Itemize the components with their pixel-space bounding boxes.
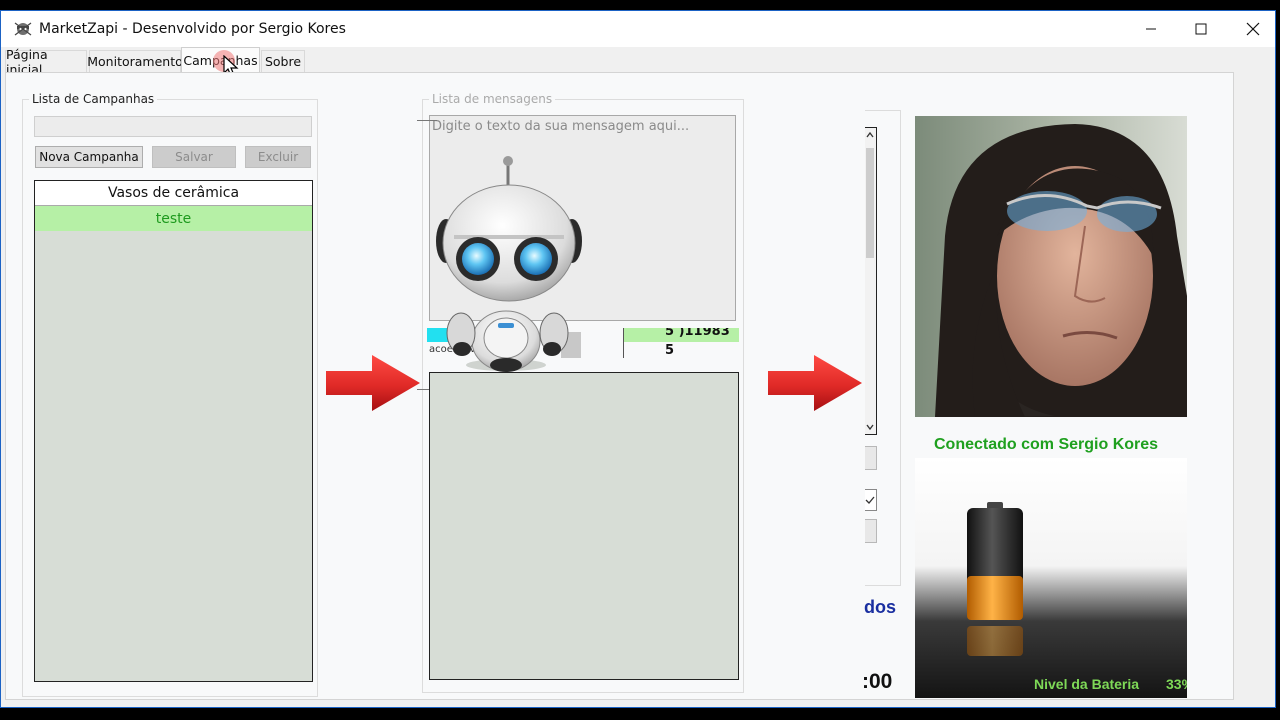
battery-level: 33% xyxy=(1166,676,1187,692)
message-placeholder: Digite o texto da sua mensagem aqui... xyxy=(432,119,690,134)
campaigns-group-label: Lista de Campanhas xyxy=(29,92,158,106)
robot-mascot-icon xyxy=(436,156,582,372)
tab-sobre[interactable]: Sobre xyxy=(261,50,305,72)
partial-scrollbar[interactable] xyxy=(865,127,877,435)
scroll-thumb[interactable] xyxy=(866,148,874,258)
delete-button[interactable]: Excluir xyxy=(245,146,311,168)
arrow-right-icon xyxy=(768,355,862,411)
minimize-icon xyxy=(1146,28,1156,30)
scroll-down-icon[interactable] xyxy=(865,422,875,432)
scroll-up-icon[interactable] xyxy=(865,130,875,140)
messages-group-label: Lista de mensagens xyxy=(429,92,556,106)
partial-input[interactable] xyxy=(865,446,877,470)
profile-photo xyxy=(915,116,1187,417)
window-title: MarketZapi - Desenvolvido por Sergio Kor… xyxy=(39,21,346,37)
minimize-button[interactable] xyxy=(1127,11,1175,47)
maximize-button[interactable] xyxy=(1177,11,1225,47)
check-icon xyxy=(865,496,875,504)
campaigns-group: Lista de Campanhas Nova Campanha Salvar … xyxy=(22,92,318,697)
battery-panel: Nivel da Bateria 33% xyxy=(915,458,1187,698)
divider-line xyxy=(417,120,437,121)
title-bar: MarketZapi - Desenvolvido por Sergio Kor… xyxy=(1,11,1275,47)
arrow-right-icon xyxy=(326,355,420,411)
tab-monitoramento[interactable]: Monitoramento xyxy=(87,50,183,72)
tab-strip: Página inicial Monitoramento Campanhas S… xyxy=(1,47,1275,77)
app-icon xyxy=(14,22,32,36)
new-campaign-button[interactable]: Nova Campanha xyxy=(35,146,143,168)
maximize-icon xyxy=(1195,23,1207,35)
partial-input[interactable] xyxy=(865,519,877,543)
battery-icon xyxy=(967,502,1023,656)
campaign-list-item-selected[interactable]: teste xyxy=(35,206,312,231)
close-button[interactable] xyxy=(1229,11,1277,47)
campaign-list[interactable]: Vasos de cerâmica teste xyxy=(34,180,313,682)
grid-peek-number: 5 5110847 xyxy=(665,343,675,358)
app-window: MarketZapi - Desenvolvido por Sergio Kor… xyxy=(0,10,1276,708)
battery-label: Nivel da Bateria xyxy=(1034,676,1140,692)
partial-status-text: dos xyxy=(864,597,897,617)
tab-pagina-inicial[interactable]: Página inicial xyxy=(5,47,87,77)
campanhas-page: Lista de Campanhas Nova Campanha Salvar … xyxy=(5,72,1234,700)
partial-checkbox[interactable] xyxy=(865,489,877,511)
partial-time-text: :00 xyxy=(862,670,893,693)
connection-status-text: Conectado com Sergio Kores xyxy=(934,436,1159,453)
save-button[interactable]: Salvar xyxy=(152,146,236,168)
grid-peek-number: 5 )11983 xyxy=(665,328,730,339)
close-icon xyxy=(1246,22,1260,36)
messages-list[interactable] xyxy=(429,372,739,680)
campaign-name-input[interactable] xyxy=(34,116,312,137)
campaign-list-item[interactable]: Vasos de cerâmica xyxy=(35,181,312,206)
